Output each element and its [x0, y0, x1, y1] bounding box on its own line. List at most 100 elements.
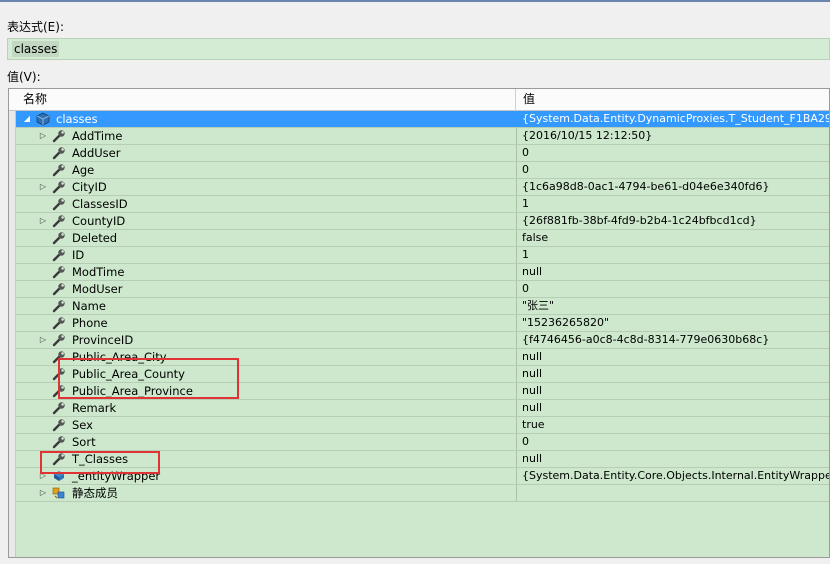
row-name-label: Sex — [72, 418, 93, 432]
grid-row[interactable]: Age 0 — [16, 162, 829, 179]
property-icon — [52, 333, 66, 347]
static-members-icon — [52, 486, 66, 500]
name-cell: Age — [16, 162, 517, 178]
row-name-label: ID — [72, 248, 85, 262]
object-icon — [36, 112, 50, 126]
row-value[interactable]: {2016/10/15 12:12:50} — [518, 128, 829, 144]
expand-arrow-icon[interactable]: ▷ — [38, 332, 48, 348]
row-value[interactable]: "15236265820" — [518, 315, 829, 331]
grid-row[interactable]: ◢ classes {System.Data.Entity.DynamicProxi… — [16, 111, 829, 128]
row-value[interactable]: 1 — [518, 196, 829, 212]
grid-row[interactable]: AddUser 0 — [16, 145, 829, 162]
grid-row[interactable]: Sort 0 — [16, 434, 829, 451]
row-gutter — [9, 111, 16, 557]
row-value[interactable]: "张三" — [518, 298, 829, 314]
name-cell: ModTime — [16, 264, 517, 280]
grid-row[interactable]: Remark null — [16, 400, 829, 417]
row-value[interactable]: 0 — [518, 145, 829, 161]
name-cell: ◢ classes — [16, 111, 517, 127]
column-header-name[interactable]: 名称 — [9, 89, 516, 110]
row-value[interactable]: {f4746456-a0c8-4c8d-8314-779e0630b68c} — [518, 332, 829, 348]
row-name-label: AddUser — [72, 146, 121, 160]
row-value[interactable]: null — [518, 264, 829, 280]
row-value[interactable]: 1 — [518, 247, 829, 263]
name-cell: ID — [16, 247, 517, 263]
column-header-value[interactable]: 值 — [517, 89, 535, 110]
expand-arrow-icon[interactable]: ▷ — [38, 485, 48, 501]
grid-row[interactable]: ▷ CityID {1c6a98d8-0ac1-4794-be61-d04e6e34… — [16, 179, 829, 196]
property-icon — [52, 180, 66, 194]
row-value[interactable]: 0 — [518, 162, 829, 178]
expand-arrow-icon[interactable]: ▷ — [38, 128, 48, 144]
property-icon — [52, 129, 66, 143]
row-name-label: classes — [56, 112, 98, 126]
grid-rows: ◢ classes {System.Data.Entity.DynamicProxi… — [16, 111, 829, 502]
name-cell: ModUser — [16, 281, 517, 297]
name-cell: ClassesID — [16, 196, 517, 212]
row-value[interactable]: {System.Data.Entity.Core.Objects.Interna… — [518, 468, 829, 484]
row-name-label: ModTime — [72, 265, 125, 279]
name-cell: Name — [16, 298, 517, 314]
row-name-label: 静态成员 — [72, 486, 118, 500]
highlight-box-public-area — [58, 358, 239, 399]
property-icon — [52, 435, 66, 449]
row-name-label: AddTime — [72, 129, 123, 143]
row-value[interactable] — [518, 485, 829, 501]
row-value[interactable]: true — [518, 417, 829, 433]
name-cell: Deleted — [16, 230, 517, 246]
grid-row[interactable]: Phone "15236265820" — [16, 315, 829, 332]
collapse-arrow-icon[interactable]: ◢ — [22, 111, 32, 127]
row-value[interactable]: {1c6a98d8-0ac1-4794-be61-d04e6e340fd6} — [518, 179, 829, 195]
grid-row[interactable]: ▷ 静态成员 — [16, 485, 829, 502]
row-value[interactable]: null — [518, 400, 829, 416]
row-value[interactable]: false — [518, 230, 829, 246]
name-cell: ▷ CityID — [16, 179, 517, 195]
grid-row[interactable]: ModUser 0 — [16, 281, 829, 298]
grid-row[interactable]: Name "张三" — [16, 298, 829, 315]
property-icon — [52, 163, 66, 177]
row-value[interactable]: 0 — [518, 434, 829, 450]
row-value[interactable]: null — [518, 366, 829, 382]
property-icon — [52, 146, 66, 160]
property-icon — [52, 316, 66, 330]
row-name-label: Sort — [72, 435, 96, 449]
expression-input[interactable]: classes — [7, 38, 830, 60]
grid-row[interactable]: ModTime null — [16, 264, 829, 281]
row-value[interactable]: null — [518, 383, 829, 399]
row-value[interactable]: null — [518, 451, 829, 467]
name-cell: Sort — [16, 434, 517, 450]
row-name-label: Deleted — [72, 231, 118, 245]
grid-row[interactable]: ClassesID 1 — [16, 196, 829, 213]
property-icon — [52, 299, 66, 313]
expand-arrow-icon[interactable]: ▷ — [38, 179, 48, 195]
grid-header: 名称 值 — [9, 89, 829, 111]
expand-arrow-icon[interactable]: ▷ — [38, 213, 48, 229]
row-name-label: Age — [72, 163, 95, 177]
name-cell: Sex — [16, 417, 517, 433]
grid-row[interactable]: ▷ ProvinceID {f4746456-a0c8-4c8d-8314-779e… — [16, 332, 829, 349]
grid-row[interactable]: Sex true — [16, 417, 829, 434]
name-cell: ▷ ProvinceID — [16, 332, 517, 348]
grid-row[interactable]: ▷ AddTime {2016/10/15 12:12:50} — [16, 128, 829, 145]
grid-row[interactable]: ID 1 — [16, 247, 829, 264]
row-value[interactable]: {26f881fb-38bf-4fd9-b2b4-1c24bfbcd1cd} — [518, 213, 829, 229]
property-icon — [52, 401, 66, 415]
row-value[interactable]: 0 — [518, 281, 829, 297]
highlight-box-t-classes — [40, 451, 160, 474]
row-name-label: ModUser — [72, 282, 123, 296]
name-cell: ▷ 静态成员 — [16, 485, 517, 501]
row-name-label: Name — [72, 299, 106, 313]
row-value[interactable]: null — [518, 349, 829, 365]
grid-row[interactable]: ▷ CountyID {26f881fb-38bf-4fd9-b2b4-1c24bf… — [16, 213, 829, 230]
row-name-label: ProvinceID — [72, 333, 134, 347]
property-icon — [52, 418, 66, 432]
value-label: 值(V): — [7, 70, 41, 84]
row-value[interactable]: {System.Data.Entity.DynamicProxies.T_Stu… — [518, 111, 829, 127]
row-name-label: CityID — [72, 180, 107, 194]
property-icon — [52, 231, 66, 245]
watch-value-grid[interactable]: 名称 值 ◢ classes {System.Data.Entity.Dynamic… — [8, 88, 830, 558]
row-name-label: Remark — [72, 401, 117, 415]
property-icon — [52, 265, 66, 279]
property-icon — [52, 282, 66, 296]
grid-row[interactable]: Deleted false — [16, 230, 829, 247]
